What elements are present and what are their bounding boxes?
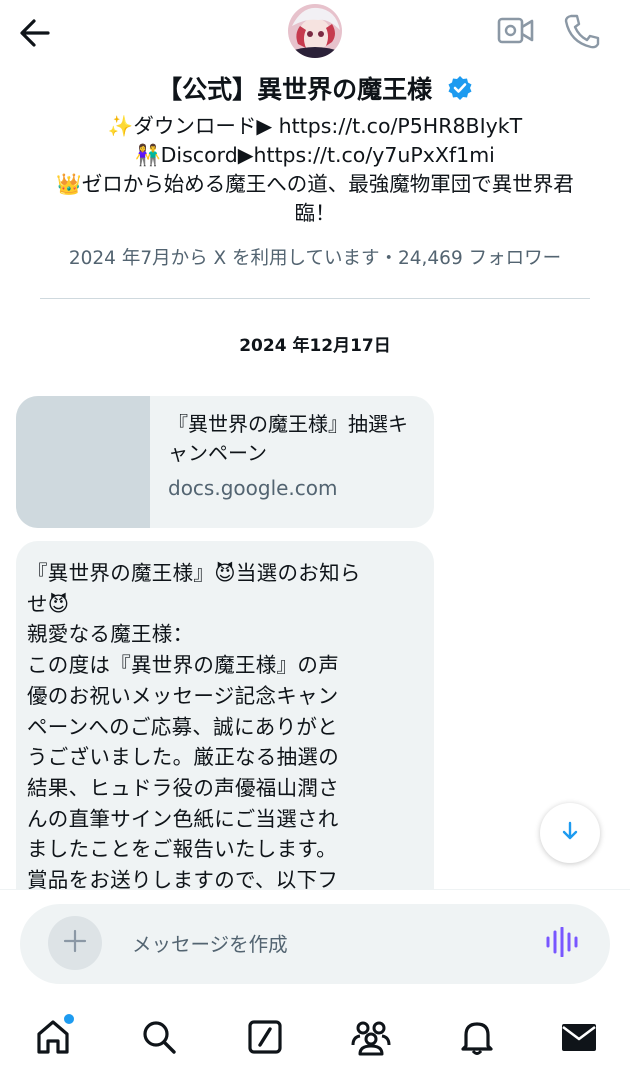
profile-bio: ✨ダウンロード▶ https://t.co/P5HR8BIykT 👫Discor… [40,112,590,228]
bio-line-download[interactable]: ✨ダウンロード▶ https://t.co/P5HR8BIykT [40,112,590,141]
verified-badge-icon [447,75,473,101]
nav-notifications[interactable] [454,1016,500,1062]
message-line: 結果、ヒュドラ役の声優福山潤さ [27,775,339,800]
scroll-to-bottom-button[interactable] [540,803,600,863]
message-line: 親愛なる魔王様： [27,622,194,647]
message-input[interactable] [132,928,512,960]
divider [40,298,590,299]
video-call-icon[interactable] [496,12,536,50]
bio-line-discord[interactable]: 👫Discord▶https://t.co/y7uPxXf1mi [40,141,590,170]
nav-search[interactable] [136,1016,182,1062]
nav-communities[interactable] [348,1016,394,1062]
message-line: ペーンへのご応募、誠にありがと [27,714,338,739]
link-domain: docs.google.com [168,476,338,500]
nav-grok[interactable] [242,1016,288,1062]
link-title: 『異世界の魔王様』抽選キャンペーン [168,412,408,465]
message-line: んの直筆サイン色紙にご当選され [27,806,339,831]
profile-name-text: 【公式】異世界の魔王様 [157,75,433,104]
profile-name: 【公式】異世界の魔王様 [0,70,630,106]
message-text: 『異世界の魔王様』😈当選のお知ら せ😈 親愛なる魔王様： この度は『異世界の魔王… [27,558,412,896]
message-line: 優のお祝いメッセージ記念キャン [27,683,339,708]
message-line: せ😈 [27,591,70,616]
bio-line-tagline: 👑ゼロから始める魔王への道、最強魔物軍団で異世界君臨！ [56,172,574,225]
date-separator: 2024 年12月17日 [239,336,391,356]
search-icon [139,1017,179,1061]
envelope-icon [559,1017,599,1061]
avatar[interactable] [288,4,342,58]
add-media-button[interactable] [48,916,102,970]
message-line: この度は『異世界の魔王様』の声 [27,653,339,678]
message-line: ましたことをご報告いたします。 [27,837,337,862]
message-line: 『異世界の魔王様』😈当選のお知ら [27,561,361,585]
nav-messages[interactable] [556,1016,602,1062]
communities-icon [349,1017,393,1061]
voice-waveform-icon [545,926,579,961]
arrow-left-icon[interactable] [16,14,56,52]
arrow-down-icon [559,820,581,846]
voice-message-button[interactable] [540,924,584,964]
bell-icon [457,1017,497,1061]
profile-meta: 2024 年7月から X を利用しています・24,469 フォロワー [68,248,562,269]
message-line: うございました。厳正なる抽選の [27,745,339,770]
link-thumbnail [16,396,150,528]
link-preview-card[interactable]: 『異世界の魔王様』抽選キャンペーン docs.google.com [16,396,434,528]
unread-dot [62,1012,76,1026]
grok-icon [245,1017,285,1061]
phone-icon[interactable] [562,12,602,50]
plus-icon [63,929,87,957]
